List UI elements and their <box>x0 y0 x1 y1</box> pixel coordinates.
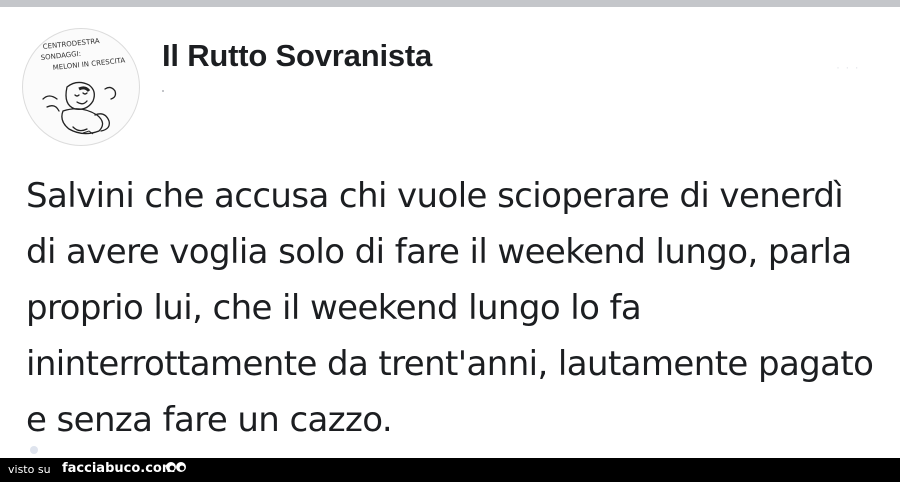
more-options-icon[interactable]: · · · <box>836 60 860 74</box>
top-divider <box>0 0 900 7</box>
avatar-caption-line-2: SONDAGGI: <box>40 50 81 62</box>
reaction-icon <box>30 446 38 454</box>
footer-brand[interactable]: facciabuco.com <box>62 461 175 476</box>
post-text: Salvini che accusa chi vuole scioperare … <box>26 176 874 440</box>
page-name[interactable]: Il Rutto Sovranista <box>162 38 432 74</box>
post-meta-dot <box>162 90 164 92</box>
footer-prefix: visto su <box>8 463 51 476</box>
eyes-icon <box>166 462 186 472</box>
avatar-caption-line-1: CENTRODESTRA <box>42 37 100 51</box>
cartoon-avatar-icon: CENTRODESTRA SONDAGGI: MELONI IN CRESCIT… <box>40 37 126 135</box>
page-avatar[interactable]: CENTRODESTRA SONDAGGI: MELONI IN CRESCIT… <box>22 28 140 146</box>
watermark-footer: visto su facciabuco.com <box>0 458 900 482</box>
